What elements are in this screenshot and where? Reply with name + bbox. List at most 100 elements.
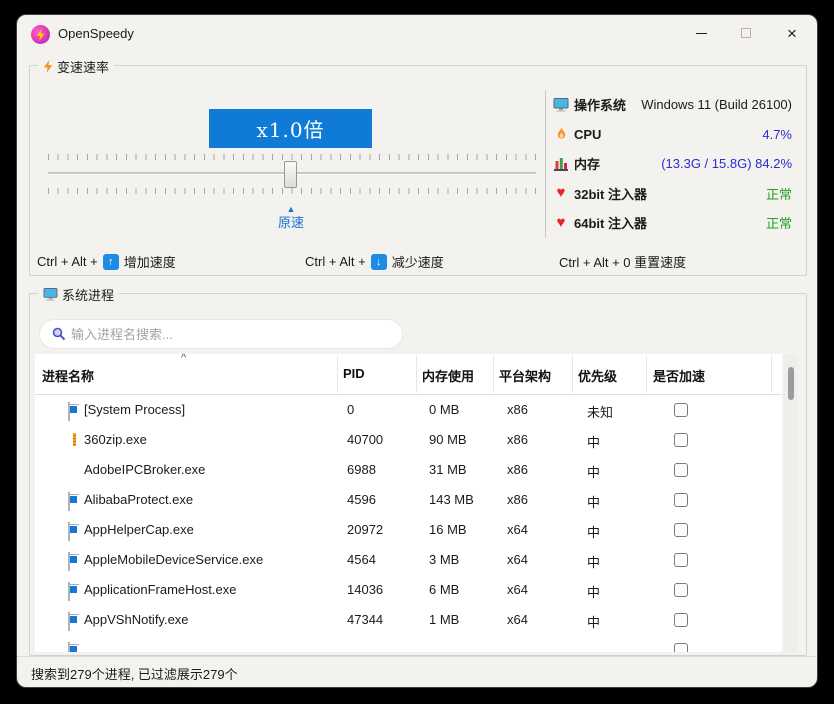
header-memory[interactable]: 内存使用 — [422, 366, 474, 385]
speed-multiplier-label: x1.0倍 — [209, 109, 372, 148]
header-priority[interactable]: 优先级 — [578, 366, 617, 385]
accelerate-checkbox[interactable] — [674, 493, 688, 507]
accelerate-checkbox[interactable] — [674, 463, 688, 477]
accelerate-checkbox[interactable] — [674, 433, 688, 447]
origin-speed-marker: ▲ 原速 — [251, 204, 331, 231]
memory-info-row: 内存 (13.3G / 15.8G) 84.2% — [553, 149, 792, 179]
table-row[interactable]: AppHelperCap.exe 20972 16 MB x64 中 — [35, 515, 782, 545]
maximize-icon — [741, 28, 751, 38]
titlebar[interactable]: OpenSpeedy × — [17, 15, 817, 53]
status-text: 搜索到279个进程, 已过滤展示279个 — [31, 664, 238, 683]
process-priority: 未知 — [587, 402, 613, 421]
app-window: OpenSpeedy × 变速速率 x1.0倍 ▲ 原速 操作系统 Window… — [16, 14, 818, 688]
process-pid: 0 — [347, 402, 354, 417]
table-header[interactable]: ^ 进程名称 PID 内存使用 平台架构 优先级 是否加速 — [35, 354, 782, 395]
process-priority: 中 — [587, 462, 600, 481]
origin-triangle-icon: ▲ — [251, 204, 331, 214]
process-arch: x64 — [507, 552, 528, 567]
cpu-info-row: CPU 4.7% — [553, 120, 792, 150]
process-arch: x86 — [507, 432, 528, 447]
table-scrollbar[interactable] — [784, 354, 797, 652]
generic-window-icon — [68, 613, 82, 627]
lightning-icon — [43, 60, 53, 73]
header-pid[interactable]: PID — [343, 366, 365, 381]
monitor-icon — [553, 98, 569, 112]
process-name: 360zip.exe — [84, 432, 147, 447]
process-priority: 中 — [587, 492, 600, 511]
process-memory: 143 MB — [429, 492, 474, 507]
down-arrow-key-icon: ↓ — [371, 254, 387, 270]
process-name: ApplicationFrameHost.exe — [84, 582, 236, 597]
header-process-name[interactable]: 进程名称 — [42, 366, 94, 385]
injector64-label: 64bit 注入器 — [574, 213, 647, 232]
shortcut-increase-prefix: Ctrl + Alt + — [37, 254, 98, 269]
cpu-value: 4.7% — [606, 127, 792, 142]
process-arch: x64 — [507, 612, 528, 627]
process-pid: 14036 — [347, 582, 383, 597]
process-pid: 40700 — [347, 432, 383, 447]
process-pid: 47344 — [347, 612, 383, 627]
injector64-status: 正常 — [652, 213, 792, 232]
header-accelerate[interactable]: 是否加速 — [653, 366, 705, 385]
injector64-info-row: ♥ 64bit 注入器 正常 — [553, 208, 792, 238]
close-button[interactable]: × — [775, 19, 809, 47]
process-priority: 中 — [587, 582, 600, 601]
minimize-button[interactable] — [684, 19, 718, 47]
process-pid: 6988 — [347, 462, 376, 477]
shortcut-increase-label: 增加速度 — [124, 252, 176, 271]
memory-label: 内存 — [574, 154, 600, 173]
process-arch: x86 — [507, 492, 528, 507]
cpu-flame-icon — [553, 127, 569, 141]
accelerate-checkbox[interactable] — [674, 613, 688, 627]
scrollbar-thumb[interactable] — [788, 367, 794, 400]
table-row-partial[interactable] — [35, 635, 782, 652]
process-name: AppleMobileDeviceService.exe — [84, 552, 263, 567]
accelerate-checkbox[interactable] — [674, 643, 688, 652]
slider-handle[interactable] — [284, 161, 297, 188]
table-row[interactable]: ApplicationFrameHost.exe 14036 6 MB x64 … — [35, 575, 782, 605]
adobe-app-icon — [68, 463, 82, 477]
shortcut-decrease-label: 减少速度 — [392, 252, 444, 271]
accelerate-checkbox[interactable] — [674, 523, 688, 537]
accelerate-checkbox[interactable] — [674, 403, 688, 417]
process-arch: x86 — [507, 462, 528, 477]
cpu-label: CPU — [574, 127, 601, 142]
process-pid: 4564 — [347, 552, 376, 567]
table-row[interactable]: AlibabaProtect.exe 4596 143 MB x86 中 — [35, 485, 782, 515]
shortcut-increase: Ctrl + Alt + ↑ 增加速度 — [37, 252, 176, 271]
process-memory: 6 MB — [429, 582, 459, 597]
table-row[interactable]: 360zip.exe 40700 90 MB x86 中 — [35, 425, 782, 455]
generic-window-icon — [68, 403, 82, 417]
process-name: AlibabaProtect.exe — [84, 492, 193, 507]
process-memory: 3 MB — [429, 552, 459, 567]
process-arch: x64 — [507, 582, 528, 597]
search-input[interactable] — [71, 327, 390, 342]
window-title: OpenSpeedy — [58, 26, 134, 41]
shortcut-hints: Ctrl + Alt + ↑ 增加速度 Ctrl + Alt + ↓ 减少速度 … — [37, 252, 801, 272]
shortcut-decrease: Ctrl + Alt + ↓ 减少速度 — [305, 252, 444, 271]
process-search-box[interactable] — [39, 319, 403, 349]
header-arch[interactable]: 平台架构 — [499, 366, 551, 385]
process-legend: 系统进程 — [38, 285, 119, 303]
heart-icon: ♥ — [553, 216, 569, 230]
process-memory: 90 MB — [429, 432, 467, 447]
table-row[interactable]: AppVShNotify.exe 47344 1 MB x64 中 — [35, 605, 782, 635]
process-priority: 中 — [587, 432, 600, 451]
table-row[interactable]: AdobeIPCBroker.exe 6988 31 MB x86 中 — [35, 455, 782, 485]
process-table: ^ 进程名称 PID 内存使用 平台架构 优先级 是否加速 [System Pr… — [35, 354, 797, 652]
injector32-info-row: ♥ 32bit 注入器 正常 — [553, 179, 792, 209]
process-memory: 31 MB — [429, 462, 467, 477]
process-pid: 20972 — [347, 522, 383, 537]
process-priority: 中 — [587, 552, 600, 571]
accelerate-checkbox[interactable] — [674, 583, 688, 597]
speed-rate-legend-label: 变速速率 — [57, 57, 109, 76]
os-info-row: 操作系统 Windows 11 (Build 26100) — [553, 90, 792, 120]
slider-ticks-bottom — [48, 188, 536, 194]
accelerate-checkbox[interactable] — [674, 553, 688, 567]
table-row[interactable]: [System Process] 0 0 MB x86 未知 — [35, 395, 782, 425]
maximize-button[interactable] — [729, 19, 763, 47]
memory-chart-icon — [553, 157, 569, 171]
process-pid: 4596 — [347, 492, 376, 507]
injector32-status: 正常 — [652, 184, 792, 203]
table-row[interactable]: AppleMobileDeviceService.exe 4564 3 MB x… — [35, 545, 782, 575]
